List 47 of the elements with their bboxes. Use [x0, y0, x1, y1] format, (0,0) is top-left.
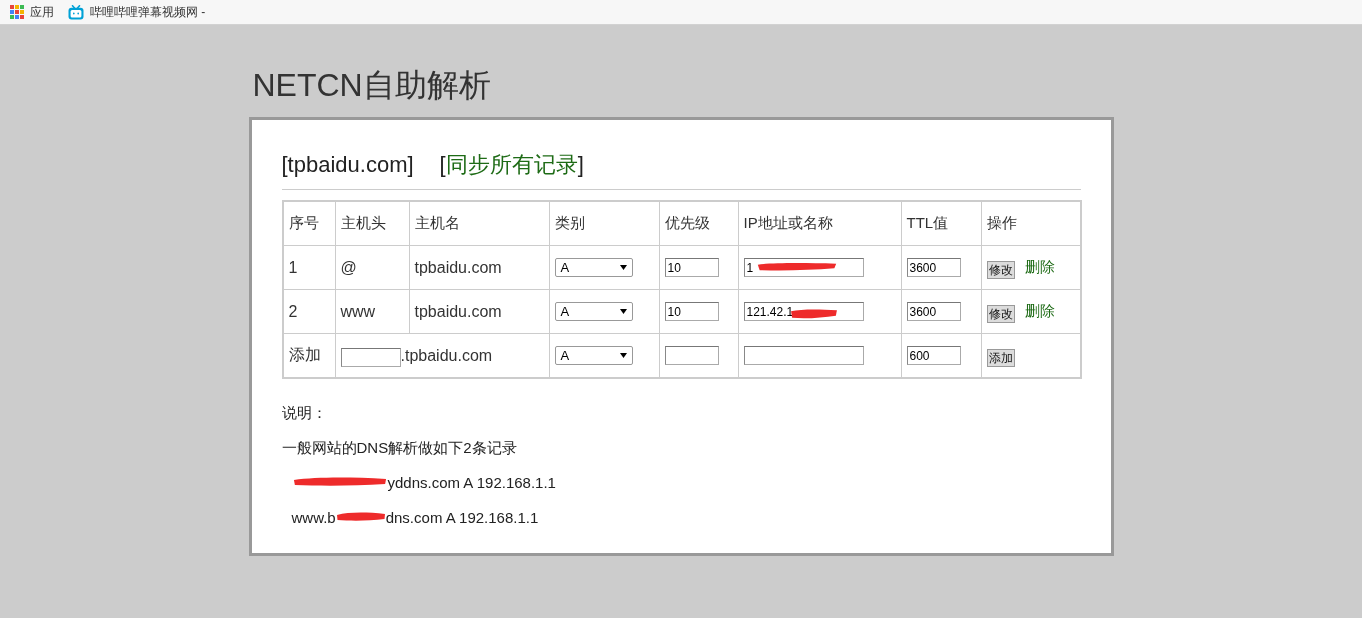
ttl-field[interactable]: 3600	[906, 258, 961, 278]
example-text: www.b	[291, 508, 336, 528]
tv-face-icon	[68, 4, 84, 20]
table-header-cell: 类别	[549, 201, 659, 246]
table-header-cell: 优先级	[659, 201, 738, 246]
table-cell: www	[335, 289, 409, 334]
apps-grid-icon	[10, 5, 24, 19]
ttl-field[interactable]: 3600	[906, 302, 961, 322]
table-cell: tpbaidu.com	[409, 289, 549, 334]
notes-heading: 说明：	[281, 403, 328, 423]
host-field[interactable]	[340, 348, 401, 367]
example-text: yddns.com A 192.168.1.1	[387, 473, 556, 493]
table-cell: @	[335, 245, 409, 290]
table-header-cell: TTL值	[901, 201, 981, 246]
table-header-cell: 主机名	[409, 201, 549, 246]
page-title: NETCN自助解析	[252, 66, 492, 105]
open-bracket: [	[439, 152, 446, 177]
sync-link[interactable]: 同步所有记录	[445, 152, 578, 177]
delete-link[interactable]: 删除	[1024, 302, 1055, 319]
table-cell: tpbaidu.com	[409, 245, 549, 290]
caret-icon	[619, 309, 627, 314]
table-cell: 1	[282, 245, 335, 290]
caret-icon	[619, 353, 627, 358]
example-text: dns.com A 192.168.1.1	[385, 508, 539, 528]
table-header-cell: 序号	[282, 201, 335, 246]
domain-suffix: .tpbaidu.com	[400, 346, 493, 365]
priority-field[interactable]	[664, 346, 719, 366]
priority-field[interactable]: 10	[664, 302, 719, 322]
add-button[interactable]: 添加	[986, 348, 1015, 367]
edit-button[interactable]: 修改	[986, 260, 1015, 279]
ip-field[interactable]	[743, 346, 864, 366]
type-select[interactable]: A	[554, 258, 633, 277]
delete-link[interactable]: 删除	[1024, 258, 1055, 275]
notes-intro: 一般网站的DNS解析做如下2条记录	[281, 438, 518, 458]
caret-icon	[619, 265, 627, 270]
bookmark-link[interactable]: 哔哩哔哩弹幕视频网 -	[68, 3, 208, 21]
priority-field[interactable]: 10	[664, 258, 719, 278]
bookmark-link[interactable]: 应用	[10, 3, 56, 21]
ttl-field[interactable]: 600	[906, 346, 961, 366]
edit-button[interactable]: 修改	[986, 304, 1015, 323]
table-header-cell: 主机头	[335, 201, 409, 246]
type-select[interactable]: A	[554, 346, 633, 365]
domain-label: [tpbaidu.com]	[281, 151, 414, 179]
type-select[interactable]: A	[554, 302, 633, 321]
close-bracket: ]	[577, 152, 584, 177]
table-cell: 2	[282, 289, 335, 334]
table-header-cell: IP地址或名称	[738, 201, 901, 246]
